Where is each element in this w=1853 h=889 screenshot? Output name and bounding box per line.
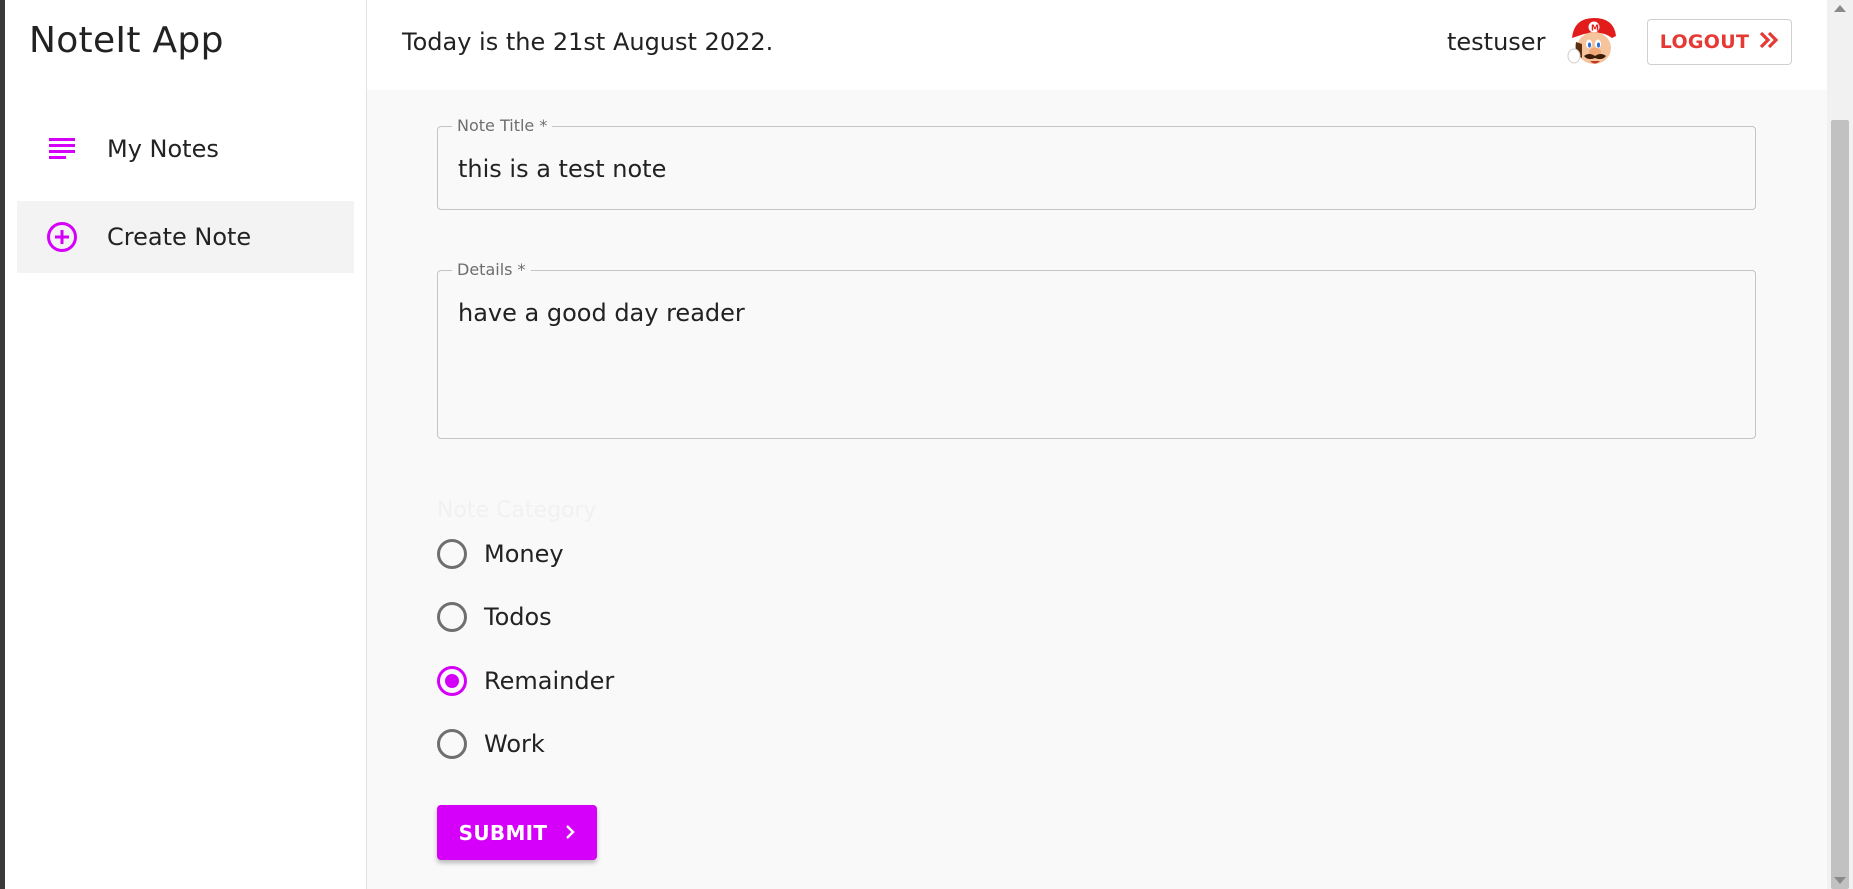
radio-option-todos[interactable]: Todos — [437, 597, 552, 637]
svg-text:M: M — [1591, 24, 1599, 33]
submit-label: SUBMIT — [458, 820, 548, 845]
add-circle-icon — [17, 221, 107, 253]
note-title-value: this is a test note — [458, 155, 667, 183]
username: testuser — [1447, 28, 1546, 56]
radio-option-remainder[interactable]: Remainder — [437, 661, 614, 701]
radio-option-money[interactable]: Money — [437, 534, 564, 574]
radio-option-work[interactable]: Work — [437, 724, 545, 764]
radio-unchecked-icon — [437, 729, 467, 759]
note-title-field[interactable]: Note Title * this is a test note — [437, 116, 1756, 210]
top-bar: Today is the 21st August 2022. testuser … — [367, 0, 1827, 90]
app-title: NoteIt App — [29, 20, 224, 61]
radio-checked-icon — [437, 666, 467, 696]
radio-unchecked-icon — [437, 539, 467, 569]
radio-dot — [445, 674, 459, 688]
note-category-label: Note Category — [437, 498, 597, 523]
date-text: Today is the 21st August 2022. — [402, 28, 774, 56]
radio-label: Work — [484, 730, 545, 758]
chevron-right-icon — [565, 821, 576, 845]
radio-label: Money — [484, 540, 564, 568]
logout-label: LOGOUT — [1659, 31, 1750, 53]
avatar[interactable]: M — [1562, 12, 1624, 74]
details-label: Details * — [452, 260, 531, 279]
submit-button[interactable]: SUBMIT — [437, 805, 597, 860]
sidebar-item-label: My Notes — [107, 135, 219, 163]
radio-unchecked-icon — [437, 602, 467, 632]
vertical-scrollbar[interactable] — [1827, 0, 1853, 889]
scroll-up-icon[interactable] — [1834, 5, 1846, 12]
details-field[interactable]: Details * have a good day reader — [437, 260, 1756, 439]
sidebar: NoteIt App My Notes Create Note — [5, 0, 367, 889]
radio-label: Remainder — [484, 667, 615, 695]
sidebar-item-create-note[interactable]: Create Note — [17, 201, 354, 273]
double-chevron-right-icon — [1759, 31, 1779, 54]
sidebar-item-my-notes[interactable]: My Notes — [17, 113, 354, 185]
radio-label: Todos — [484, 603, 552, 631]
note-title-label: Note Title * — [452, 116, 553, 135]
scrollbar-thumb[interactable] — [1831, 120, 1849, 889]
details-value: have a good day reader — [458, 299, 745, 327]
subject-lines-icon — [17, 138, 107, 160]
sidebar-item-label: Create Note — [107, 223, 252, 251]
scroll-down-icon[interactable] — [1834, 877, 1846, 884]
logout-button[interactable]: LOGOUT — [1647, 19, 1792, 65]
